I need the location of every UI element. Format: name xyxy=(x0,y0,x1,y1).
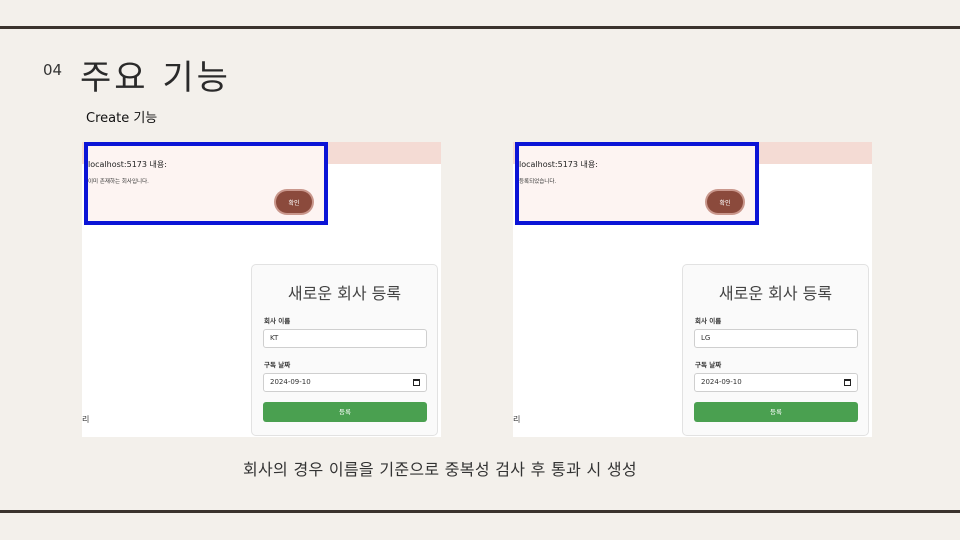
register-company-card: 새로운 회사 등록 회사 이름 KT 구독 날짜 2024-09-10 등록 xyxy=(251,264,438,436)
subscription-date-label: 구독 날짜 xyxy=(264,361,291,369)
screenshot-success: 리 새로운 회사 등록 회사 이름 LG 구독 날짜 2024-09-10 등록… xyxy=(513,142,872,437)
register-button[interactable]: 등록 xyxy=(263,402,427,422)
dialog-message: 이미 존재하는 회사입니다. xyxy=(88,179,149,185)
company-name-label: 회사 이름 xyxy=(264,317,291,325)
ok-button[interactable]: 확인 xyxy=(276,191,312,213)
alert-dialog: localhost:5173 내용: 이미 존재하는 회사입니다. 확인 xyxy=(84,142,328,225)
dialog-title: localhost:5173 내용: xyxy=(519,160,598,169)
form-title: 새로운 회사 등록 xyxy=(718,284,833,303)
section-number: 04 xyxy=(43,61,63,79)
ok-button[interactable]: 확인 xyxy=(707,191,743,213)
screenshot-duplicate: 리 새로운 회사 등록 회사 이름 KT 구독 날짜 2024-09-10 등록… xyxy=(82,142,441,437)
company-name-input[interactable]: LG xyxy=(694,329,858,348)
sidebar-fragment: 리 xyxy=(513,415,521,424)
subscription-date-input[interactable]: 2024-09-10 xyxy=(694,373,858,392)
sidebar-fragment: 리 xyxy=(82,415,90,424)
slide-caption: 회사의 경우 이름을 기준으로 중복성 검사 후 통과 시 생성 xyxy=(243,460,637,479)
slide-subtitle: Create 기능 xyxy=(86,111,158,126)
dialog-title: localhost:5173 내용: xyxy=(88,160,167,169)
register-button[interactable]: 등록 xyxy=(694,402,858,422)
calendar-icon[interactable] xyxy=(413,379,420,386)
calendar-icon[interactable] xyxy=(844,379,851,386)
register-company-card: 새로운 회사 등록 회사 이름 LG 구독 날짜 2024-09-10 등록 xyxy=(682,264,869,436)
top-rule xyxy=(0,26,960,29)
company-name-label: 회사 이름 xyxy=(695,317,722,325)
slide-title: 주요 기능 xyxy=(80,58,231,98)
company-name-input[interactable]: KT xyxy=(263,329,427,348)
form-title: 새로운 회사 등록 xyxy=(287,284,402,303)
bottom-rule xyxy=(0,510,960,513)
subscription-date-label: 구독 날짜 xyxy=(695,361,722,369)
alert-dialog: localhost:5173 내용: 등록되었습니다. 확인 xyxy=(515,142,759,225)
subscription-date-input[interactable]: 2024-09-10 xyxy=(263,373,427,392)
date-value: 2024-09-10 xyxy=(270,378,311,386)
dialog-message: 등록되었습니다. xyxy=(519,179,557,185)
date-value: 2024-09-10 xyxy=(701,378,742,386)
